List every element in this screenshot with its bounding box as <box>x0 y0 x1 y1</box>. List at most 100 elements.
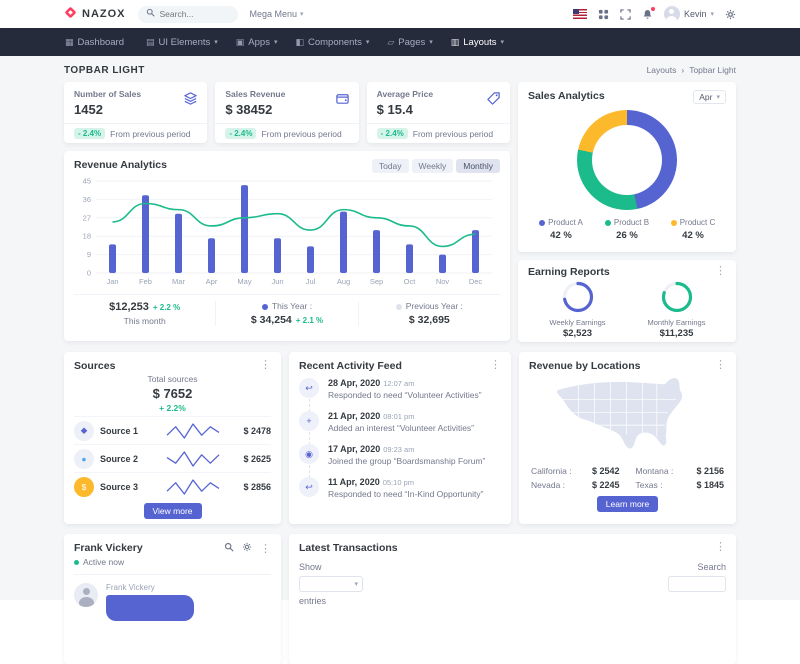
layouts-icon: ▥ <box>451 37 460 48</box>
svg-text:May: May <box>237 277 251 286</box>
card-title: Revenue Analytics <box>74 159 167 171</box>
activity-item: ↩ 11 Apr, 202005:10 pm Responded to need… <box>299 477 501 510</box>
fullscreen-icon[interactable] <box>620 9 631 20</box>
total-sources: Total sources $ 7652 + 2.2% <box>74 374 271 413</box>
delta-badge: - 2.4% <box>377 128 408 139</box>
svg-text:27: 27 <box>83 213 91 222</box>
stat-card-sales-revenue: Sales Revenue $ 38452 - 2.4% From previo… <box>215 82 358 143</box>
svg-text:Aug: Aug <box>337 277 350 286</box>
dashboard-icon: ▦ <box>65 37 74 48</box>
user-menu[interactable]: Kevin ▾ <box>664 6 714 22</box>
chevron-down-icon: ▾ <box>366 38 370 46</box>
search-icon[interactable] <box>224 542 234 555</box>
activity-timeline: ↩ 28 Apr, 202012:07 am Responded to need… <box>299 378 501 510</box>
activity-item: ◉ 17 Apr, 202009:23 am Joined the group … <box>299 444 501 477</box>
svg-text:18: 18 <box>83 232 91 241</box>
revenue-summary-month: $12,253+ 2.2 % This month <box>74 301 215 326</box>
source-sparkline-chart <box>148 449 237 469</box>
entries-select[interactable]: ▾ <box>299 576 363 592</box>
brand[interactable]: NAZOX <box>64 6 126 22</box>
today-button[interactable]: Today <box>372 159 409 173</box>
nav-item-pages[interactable]: ▱ Pages ▾ <box>378 28 441 56</box>
source-icon: ● <box>74 449 94 469</box>
gear-icon[interactable] <box>725 9 736 20</box>
recent-activity-feed-card: Recent Activity Feed ⋮ ↩ 28 Apr, 202012:… <box>289 352 511 524</box>
kebab-menu-icon[interactable]: ⋮ <box>715 542 726 552</box>
entries-control: Show ▾ entries <box>299 562 363 606</box>
mega-menu-button[interactable]: Mega Menu ▾ <box>250 9 304 19</box>
chevron-down-icon: ▾ <box>300 10 304 18</box>
legend-dot <box>605 220 611 226</box>
learn-more-button[interactable]: Learn more <box>597 496 658 512</box>
kebab-menu-icon[interactable]: ⋮ <box>490 360 501 370</box>
tag-icon <box>486 91 501 109</box>
chat-status: Active now <box>74 557 143 567</box>
chevron-down-icon: ▾ <box>501 38 505 46</box>
global-search[interactable] <box>138 6 238 23</box>
kebab-menu-icon[interactable]: ⋮ <box>260 544 271 554</box>
weekly-button[interactable]: Weekly <box>412 159 454 173</box>
kebab-menu-icon[interactable]: ⋮ <box>715 360 726 370</box>
avatar <box>664 6 680 22</box>
card-title: Recent Activity Feed <box>299 360 402 372</box>
notification-dot <box>651 7 655 11</box>
svg-text:Oct: Oct <box>404 277 417 286</box>
revenue-combo-chart: 0918273645JanFebMarAprMayJunJulAugSepOct… <box>74 175 500 290</box>
revenue-summary-previous-year: Previous Year : $ 32,695 <box>358 301 500 326</box>
legend-product-b: Product B 26 % <box>594 218 660 241</box>
stat-card-number-of-sales: Number of Sales 1452 - 2.4% From previou… <box>64 82 207 143</box>
view-more-button[interactable]: View more <box>144 503 202 519</box>
user-name: Kevin <box>684 9 707 19</box>
legend-dot <box>396 304 402 310</box>
chevron-down-icon: ▾ <box>214 38 218 46</box>
nav-item-layouts[interactable]: ▥ Layouts ▾ <box>442 28 513 56</box>
svg-text:36: 36 <box>83 195 91 204</box>
source-row: ◆ Source 1 $ 2478 <box>74 416 271 441</box>
chevron-down-icon: ▾ <box>716 93 720 101</box>
topbar: NAZOX Mega Menu ▾ Kevin ▾ <box>0 0 800 28</box>
monthly-button[interactable]: Monthly <box>456 159 500 173</box>
delta-badge: - 2.4% <box>74 128 105 139</box>
legend-dot <box>539 220 545 226</box>
components-icon: ◧ <box>295 37 304 48</box>
activity-item: ↩ 28 Apr, 202012:07 am Responded to need… <box>299 378 501 411</box>
stat-card-average-price: Average Price $ 15.4 - 2.4% From previou… <box>367 82 510 143</box>
monthly-earnings-radial-chart <box>660 280 694 314</box>
ui-elements-icon: ▤ <box>146 37 155 48</box>
delta-badge: - 2.4% <box>225 128 256 139</box>
svg-text:Apr: Apr <box>206 277 218 286</box>
nav-item-dashboard[interactable]: ▦ Dashboard <box>56 28 137 56</box>
bell-icon[interactable] <box>642 9 653 20</box>
source-sparkline-chart <box>148 477 237 497</box>
language-flag-icon[interactable] <box>573 9 587 19</box>
nav-item-components[interactable]: ◧ Components ▾ <box>286 28 378 56</box>
source-sparkline-chart <box>148 421 237 441</box>
wallet-icon <box>335 91 350 109</box>
plus-icon: + <box>299 411 319 431</box>
location-row: Nevada : $ 2245 <box>531 480 620 490</box>
source-icon: ◆ <box>74 421 94 441</box>
period-select[interactable]: Apr ▾ <box>693 90 726 104</box>
revenue-analytics-card: Revenue Analytics Today Weekly Monthly 0… <box>64 151 510 341</box>
nav-item-apps[interactable]: ▣ Apps ▾ <box>227 28 287 56</box>
table-search-input[interactable] <box>668 576 726 592</box>
apps-grid-icon[interactable] <box>598 9 609 20</box>
gear-icon[interactable] <box>242 542 252 555</box>
breadcrumb-parent[interactable]: Layouts <box>647 65 677 75</box>
search-input[interactable] <box>160 9 232 19</box>
breadcrumb: Layouts › Topbar Light <box>647 65 736 75</box>
brand-logo-icon <box>64 6 77 22</box>
reply-icon: ↩ <box>299 477 319 497</box>
online-dot <box>74 560 79 565</box>
location-row: California : $ 2542 <box>531 466 620 476</box>
nav-item-ui-elements[interactable]: ▤ UI Elements ▾ <box>137 28 227 56</box>
apps-icon: ▣ <box>236 37 245 48</box>
sales-analytics-card: Sales Analytics Apr ▾ Product A 42 % Pro… <box>518 82 736 252</box>
svg-text:45: 45 <box>83 177 91 186</box>
breadcrumb-separator: › <box>681 65 684 75</box>
latest-transactions-card: Latest Transactions ⋮ Show ▾ entries Sea… <box>289 534 736 664</box>
kebab-menu-icon[interactable]: ⋮ <box>715 266 726 276</box>
kebab-menu-icon[interactable]: ⋮ <box>260 360 271 370</box>
chevron-down-icon: ▾ <box>710 10 714 18</box>
card-title: Sources <box>74 360 115 372</box>
